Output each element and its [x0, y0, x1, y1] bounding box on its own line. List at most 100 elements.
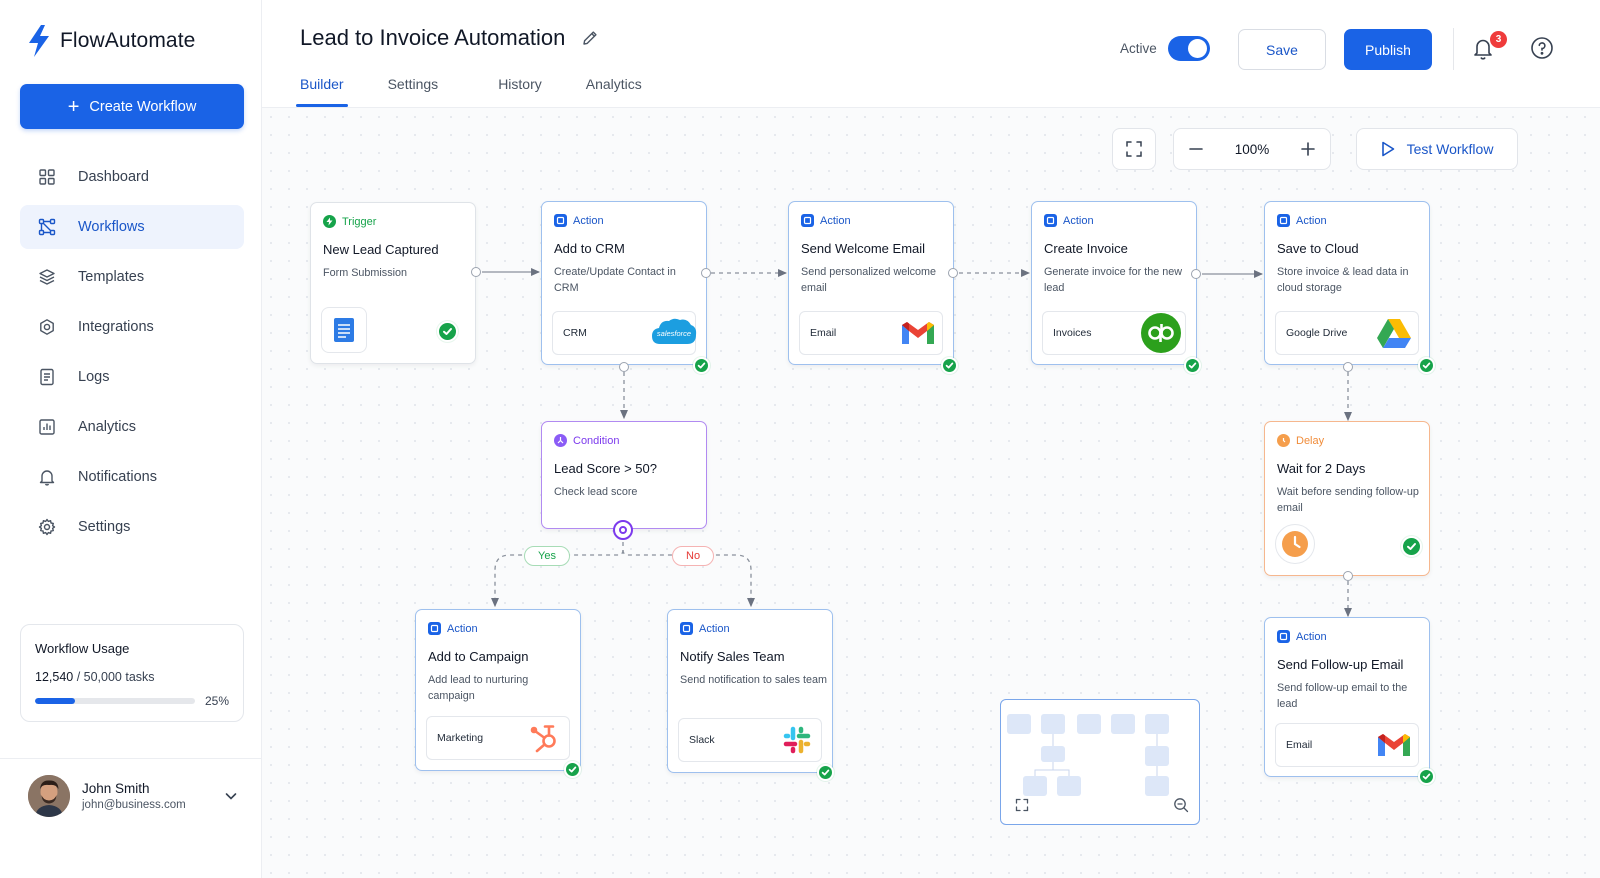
sidebar-item-label: Dashboard — [78, 169, 149, 185]
node-title: Add to CRM — [554, 241, 625, 256]
sidebar-item-dashboard[interactable]: Dashboard — [20, 155, 244, 199]
output-port[interactable] — [1191, 269, 1201, 279]
sidebar-item-notifications[interactable]: Notifications — [20, 455, 244, 499]
usage-progress-fill — [35, 698, 75, 704]
create-workflow-label: Create Workflow — [89, 98, 197, 115]
create-workflow-button[interactable]: + Create Workflow — [20, 84, 244, 129]
action-node-create-invoice[interactable]: Action Create Invoice Generate invoice f… — [1031, 201, 1197, 365]
workflow-canvas[interactable]: 100% Test Workflow Trigger New Lead Capt… — [262, 108, 1600, 878]
gmail-icon — [1374, 725, 1414, 765]
user-menu[interactable]: John Smith john@business.com — [28, 775, 238, 817]
output-port[interactable] — [1343, 362, 1353, 372]
node-type: Action — [680, 622, 730, 635]
zoom-search-icon[interactable] — [1173, 797, 1189, 813]
tab-history[interactable]: History — [496, 76, 544, 106]
output-port[interactable] — [471, 267, 481, 277]
condition-node[interactable]: Condition Lead Score > 50? Check lead sc… — [541, 421, 707, 529]
sidebar-item-settings[interactable]: Settings — [20, 505, 244, 549]
hubspot-icon — [525, 718, 565, 758]
usage-count: 12,540 / 50,000 tasks — [35, 670, 229, 684]
usage-title: Workflow Usage — [35, 641, 130, 656]
node-desc: Send follow-up email to the lead — [1277, 682, 1408, 710]
bell-icon — [39, 470, 55, 486]
node-app: Slack — [678, 718, 822, 762]
sidebar-item-workflows[interactable]: Workflows — [20, 205, 244, 249]
sidebar-item-integrations[interactable]: Integrations — [20, 305, 244, 349]
branch-no-label: No — [672, 546, 715, 566]
action-node-add-to-crm[interactable]: Action Add to CRM Create/Update Contact … — [541, 201, 707, 365]
action-node-add-to-campaign[interactable]: Action Add to Campaign Add lead to nurtu… — [415, 609, 581, 771]
node-title: Send Welcome Email — [801, 241, 926, 256]
help-icon[interactable] — [1530, 36, 1554, 60]
tab-bar: Builder Settings History Analytics — [296, 76, 684, 107]
trigger-node[interactable]: Trigger New Lead Captured Form Submissio… — [310, 202, 476, 364]
usage-used: 12,540 — [35, 670, 74, 684]
node-app-label: CRM — [563, 327, 587, 339]
publish-button[interactable]: Publish — [1344, 29, 1432, 70]
node-desc: Wait before sending follow-up email — [1277, 486, 1419, 514]
sidebar-item-analytics[interactable]: Analytics — [20, 405, 244, 449]
node-type-label: Action — [573, 214, 604, 227]
action-node-notify-sales-team[interactable]: Action Notify Sales Team Send notificati… — [667, 609, 833, 773]
output-port[interactable] — [619, 362, 629, 372]
test-workflow-label: Test Workflow — [1406, 141, 1494, 157]
node-app: Google Drive — [1275, 311, 1419, 355]
divider — [1453, 28, 1454, 70]
sidebar-item-logs[interactable]: Logs — [20, 355, 244, 399]
fit-screen-button[interactable] — [1112, 128, 1156, 170]
delay-node[interactable]: Delay Wait for 2 Days Wait before sendin… — [1264, 421, 1430, 576]
pencil-edit-icon[interactable] — [581, 29, 599, 47]
zoom-in-icon[interactable] — [1300, 141, 1316, 157]
node-type-label: Delay — [1296, 434, 1325, 447]
document-icon — [40, 368, 54, 386]
google-drive-icon — [1374, 313, 1414, 353]
sidebar-item-templates[interactable]: Templates — [20, 255, 244, 299]
usage-total: / 50,000 tasks — [73, 670, 155, 684]
action-icon — [1277, 214, 1290, 227]
minimap[interactable] — [1000, 699, 1200, 825]
zoom-level: 100% — [1234, 141, 1270, 157]
action-node-send-welcome-email[interactable]: Action Send Welcome Email Send personali… — [788, 201, 954, 365]
test-workflow-button[interactable]: Test Workflow — [1356, 128, 1518, 170]
branch-yes-label: Yes — [524, 546, 570, 566]
brand-name: FlowAutomate — [60, 29, 196, 52]
action-icon — [1277, 630, 1290, 643]
plus-icon: + — [67, 95, 80, 118]
node-title: Lead Score > 50? — [554, 461, 657, 476]
action-node-send-follow-up-email[interactable]: Action Send Follow-up Email Send follow-… — [1264, 617, 1430, 777]
action-icon — [428, 622, 441, 635]
output-port[interactable] — [1343, 571, 1353, 581]
chevron-down-icon[interactable] — [224, 789, 238, 803]
node-type: Action — [1044, 214, 1094, 227]
action-icon — [1044, 214, 1057, 227]
chart-icon — [39, 419, 55, 435]
node-app-label: Email — [810, 327, 837, 339]
branch-port-icon[interactable] — [613, 520, 633, 540]
save-button[interactable]: Save — [1238, 29, 1326, 70]
node-desc: Generate invoice for the new lead — [1044, 266, 1183, 294]
zoom-out-icon[interactable] — [1188, 141, 1204, 157]
success-check-icon — [437, 321, 458, 342]
usage-progress-bar — [35, 698, 195, 704]
node-desc: Send notification to sales team — [680, 674, 828, 686]
node-app-label: Email — [1286, 739, 1313, 751]
expand-icon[interactable] — [1015, 798, 1029, 812]
brand[interactable]: FlowAutomate — [26, 24, 195, 58]
action-node-save-to-cloud[interactable]: Action Save to Cloud Store invoice & lea… — [1264, 201, 1430, 365]
node-desc: Store invoice & lead data in cloud stora… — [1277, 266, 1409, 294]
active-toggle[interactable] — [1168, 36, 1210, 61]
grid-icon — [39, 169, 55, 185]
output-port[interactable] — [701, 268, 711, 278]
node-desc: Check lead score — [554, 486, 638, 498]
tab-builder[interactable]: Builder — [296, 76, 348, 107]
sidebar: FlowAutomate + Create Workflow Dashboard… — [0, 0, 262, 878]
tab-settings[interactable]: Settings — [386, 76, 441, 106]
form-document-icon — [321, 307, 367, 353]
output-port[interactable] — [948, 268, 958, 278]
gmail-icon — [898, 313, 938, 353]
sidebar-item-label: Settings — [78, 519, 131, 535]
play-icon — [1381, 141, 1394, 157]
success-check-icon — [693, 357, 710, 374]
slack-icon — [777, 720, 817, 760]
tab-analytics[interactable]: Analytics — [584, 76, 644, 106]
